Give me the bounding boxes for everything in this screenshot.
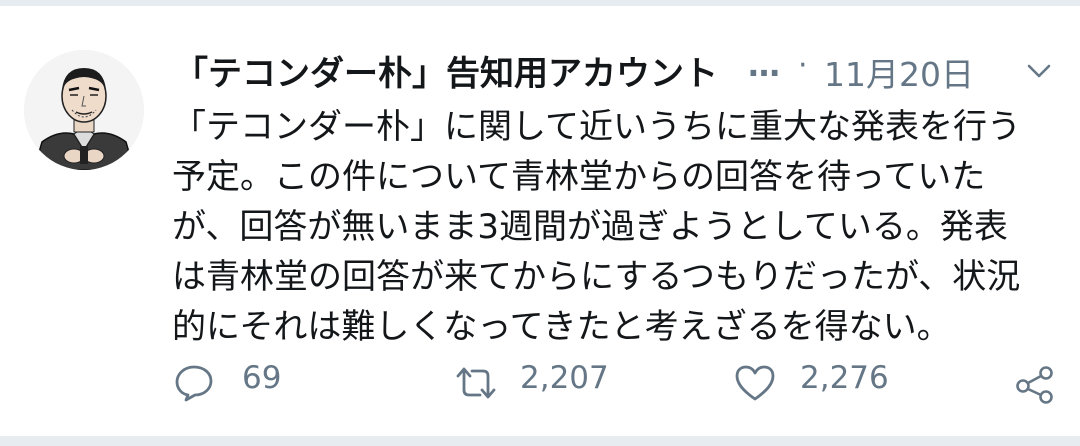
- tweet-actions: 69 2,207 2,276: [170, 358, 1060, 414]
- retweet-count: 2,207: [520, 360, 609, 396]
- chevron-down-icon[interactable]: [1024, 56, 1054, 86]
- display-name[interactable]: 「テコンダー朴」告知用アカウント: [174, 46, 718, 95]
- tweet-text-line: 「テコンダー朴」に関して近いうちに重大な発表を行う: [172, 107, 1021, 147]
- tweet-card[interactable]: 「テコンダー朴」告知用アカウント … · 11月20日 「テコンダー朴」に関して…: [0, 6, 1080, 436]
- feed-divider: [0, 436, 1080, 446]
- tweet-text-line: が、回答が無いまま3週間が過ぎようとしている。発表: [172, 207, 1008, 247]
- retweet-button[interactable]: 2,207: [454, 358, 634, 408]
- like-count: 2,276: [800, 360, 889, 396]
- tweet-date[interactable]: 11月20日: [824, 48, 974, 96]
- tweet-text: 「テコンダー朴」に関して近いうちに重大な発表を行う 予定。この件について青林堂か…: [172, 102, 1052, 352]
- header-separator: ·: [798, 48, 808, 83]
- avatar-illustration: [24, 50, 144, 170]
- tweet-text-line: 予定。この件について青林堂からの回答を待っていた: [172, 157, 986, 197]
- heart-icon: [735, 365, 775, 401]
- share-icon: [1016, 366, 1053, 404]
- speech-bubble-icon: [175, 365, 213, 402]
- retweet-arrows-icon: [456, 367, 496, 399]
- reply-button[interactable]: 69: [174, 358, 294, 408]
- tweet-text-line: は青林堂の回答が来てからにするつもりだったが、状況: [172, 257, 1021, 297]
- share-button[interactable]: [1014, 358, 1060, 408]
- reply-count: 69: [242, 360, 282, 396]
- name-ellipsis: …: [748, 46, 782, 84]
- tweet-text-line: 的にそれは難しくなってきたと考えざるを得ない。: [172, 307, 951, 347]
- avatar[interactable]: [24, 50, 144, 170]
- like-button[interactable]: 2,276: [734, 358, 914, 408]
- tweet-header: 「テコンダー朴」告知用アカウント … · 11月20日: [170, 44, 1060, 98]
